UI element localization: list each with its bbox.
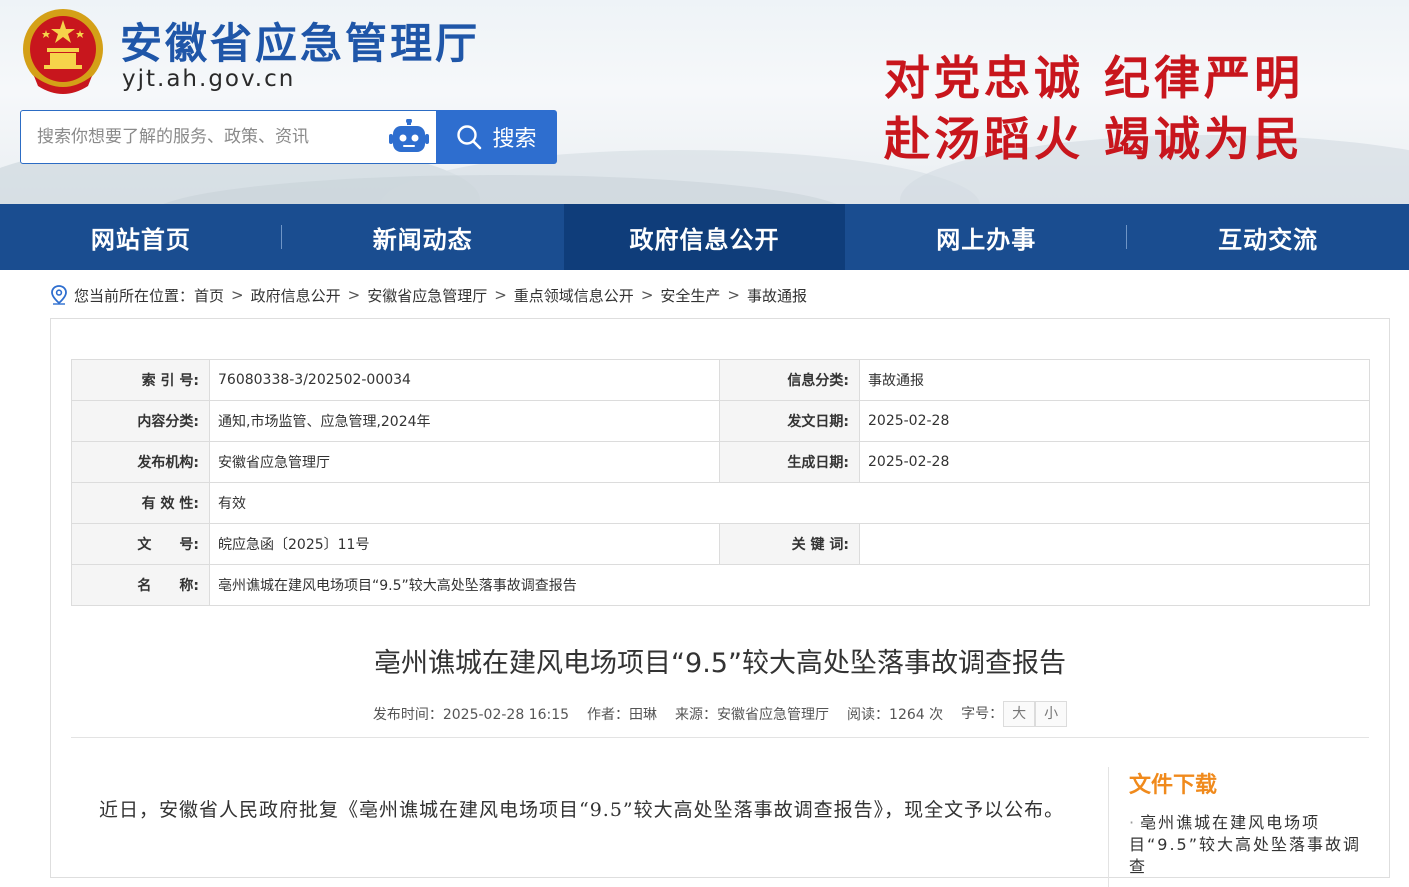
breadcrumb-separator: > — [494, 286, 507, 304]
breadcrumb-key-areas[interactable]: 重点领域信息公开 — [514, 285, 634, 306]
article-meta: 发布时间：2025-02-28 16:15 作者：田琳 来源：安徽省应急管理厅 … — [51, 701, 1389, 727]
slogan-line-2: 赴汤蹈火 竭诚为民 — [884, 112, 1305, 166]
meta-label: 发文日期: — [719, 400, 860, 442]
breadcrumb-department[interactable]: 安徽省应急管理厅 — [367, 285, 487, 306]
view-count: 阅读：1264 次 — [847, 707, 944, 723]
article-title: 亳州谯城在建风电场项目“9.5”较大高处坠落事故调查报告 — [374, 648, 1066, 679]
meta-value-doc-number: 皖应急函〔2025〕11号 — [209, 523, 720, 565]
nav-item-label: 网站首页 — [90, 225, 191, 254]
breadcrumb-separator: > — [640, 286, 654, 304]
nav-item-label: 互动交流 — [1218, 225, 1319, 254]
breadcrumb-separator: > — [727, 286, 740, 304]
nav-item-label: 网上办事 — [936, 225, 1037, 254]
font-size-label: 字号： — [961, 706, 1004, 722]
font-large-button[interactable]: 大 — [1003, 701, 1036, 727]
divider — [71, 737, 1369, 738]
breadcrumb-accident-report[interactable]: 事故通报 — [747, 285, 807, 306]
meta-value-name: 亳州谯城在建风电场项目“9.5”较大高处坠落事故调查报告 — [209, 564, 1370, 606]
breadcrumb: 您当前所在位置： 首页 > 政府信息公开 > 安徽省应急管理厅 > 重点领域信息… — [50, 284, 807, 306]
meta-value-keywords — [859, 523, 1370, 565]
nav-item-label: 政府信息公开 — [629, 225, 780, 254]
site-domain: yjt.ah.gov.cn — [122, 66, 296, 92]
meta-label: 文 号: — [71, 523, 210, 565]
sidebar-divider — [1108, 767, 1109, 887]
author: 作者：田琳 — [587, 707, 658, 723]
nav-item-home[interactable]: 网站首页 — [0, 204, 282, 270]
breadcrumb-separator: > — [347, 286, 361, 304]
meta-label: 名 称: — [71, 564, 210, 606]
bullet-icon: · — [1129, 813, 1137, 832]
nav-item-interaction[interactable]: 互动交流 — [1127, 204, 1409, 270]
table-row: 内容分类: 通知,市场监管、应急管理,2024年 发文日期: 2025-02-2… — [71, 400, 1370, 442]
meta-value-issue-date: 2025-02-28 — [859, 400, 1370, 442]
national-emblem-icon[interactable] — [20, 6, 106, 96]
font-small-button[interactable]: 小 — [1035, 701, 1068, 727]
content-panel: 索 引 号: 76080338-3/202502-00034 信息分类: 事故通… — [50, 318, 1390, 887]
search-input[interactable] — [21, 111, 381, 163]
publish-time: 发布时间：2025-02-28 16:15 — [372, 707, 570, 723]
downloads-title: 文件下载 — [1129, 773, 1218, 798]
main-nav: 网站首页 新闻动态 政府信息公开 网上办事 互动交流 — [0, 204, 1409, 270]
meta-label: 关 键 词: — [719, 523, 860, 565]
breadcrumb-gov-info[interactable]: 政府信息公开 — [251, 285, 341, 306]
breadcrumb-safety[interactable]: 安全生产 — [660, 285, 720, 306]
meta-value-generated-date: 2025-02-28 — [859, 441, 1370, 483]
nav-item-gov-info[interactable]: 政府信息公开 — [563, 204, 846, 270]
table-row: 索 引 号: 76080338-3/202502-00034 信息分类: 事故通… — [71, 359, 1370, 401]
download-link[interactable]: · 亳州谯城在建风电场项目“9.5”较大高处坠落事故调查 — [1129, 812, 1373, 878]
meta-label: 发布机构: — [71, 441, 210, 483]
meta-label: 内容分类: — [71, 400, 210, 442]
table-row: 发布机构: 安徽省应急管理厅 生成日期: 2025-02-28 — [71, 441, 1370, 483]
article-intro: 近日，安徽省人民政府批复《亳州谯城在建风电场项目“9.5”较大高处坠落事故调查报… — [99, 799, 1065, 821]
download-link-label: 亳州谯城在建风电场项目“9.5”较大高处坠落事故调查 — [1129, 813, 1362, 876]
breadcrumb-home[interactable]: 首页 — [194, 285, 224, 306]
meta-value-validity: 有效 — [209, 482, 1370, 524]
document-meta-table: 索 引 号: 76080338-3/202502-00034 信息分类: 事故通… — [71, 359, 1370, 606]
meta-label: 索 引 号: — [71, 359, 210, 401]
robot-icon[interactable] — [389, 119, 429, 155]
source: 来源：安徽省应急管理厅 — [675, 707, 830, 723]
meta-value-index: 76080338-3/202502-00034 — [209, 359, 720, 401]
search-box: 搜索 — [20, 110, 557, 164]
meta-value-info-category: 事故通报 — [859, 359, 1370, 401]
search-button-label: 搜索 — [492, 127, 537, 152]
font-size-control: 字号：大小 — [961, 701, 1068, 727]
meta-label: 生成日期: — [719, 441, 860, 483]
nav-item-news[interactable]: 新闻动态 — [282, 204, 564, 270]
nav-item-online-services[interactable]: 网上办事 — [845, 204, 1128, 270]
meta-label: 有 效 性: — [71, 482, 210, 524]
search-button[interactable]: 搜索 — [436, 110, 557, 164]
meta-label: 信息分类: — [719, 359, 860, 401]
table-row: 文 号: 皖应急函〔2025〕11号 关 键 词: — [71, 523, 1370, 565]
site-title[interactable]: 安徽省应急管理厅 — [120, 10, 480, 71]
meta-value-content-category: 通知,市场监管、应急管理,2024年 — [209, 400, 720, 442]
breadcrumb-separator: > — [231, 286, 244, 304]
table-row: 有 效 性: 有效 — [71, 482, 1370, 524]
meta-value-publisher: 安徽省应急管理厅 — [209, 441, 720, 483]
site-header: 安徽省应急管理厅 yjt.ah.gov.cn 对党忠诚 纪律严明 赴汤蹈火 竭诚… — [0, 0, 1409, 204]
nav-item-label: 新闻动态 — [372, 225, 473, 254]
table-row: 名 称: 亳州谯城在建风电场项目“9.5”较大高处坠落事故调查报告 — [71, 564, 1370, 606]
location-pin-icon — [51, 285, 67, 305]
search-icon — [457, 125, 482, 150]
breadcrumb-prefix: 您当前所在位置： — [74, 286, 195, 305]
slogan-line-1: 对党忠诚 纪律严明 — [884, 51, 1305, 105]
